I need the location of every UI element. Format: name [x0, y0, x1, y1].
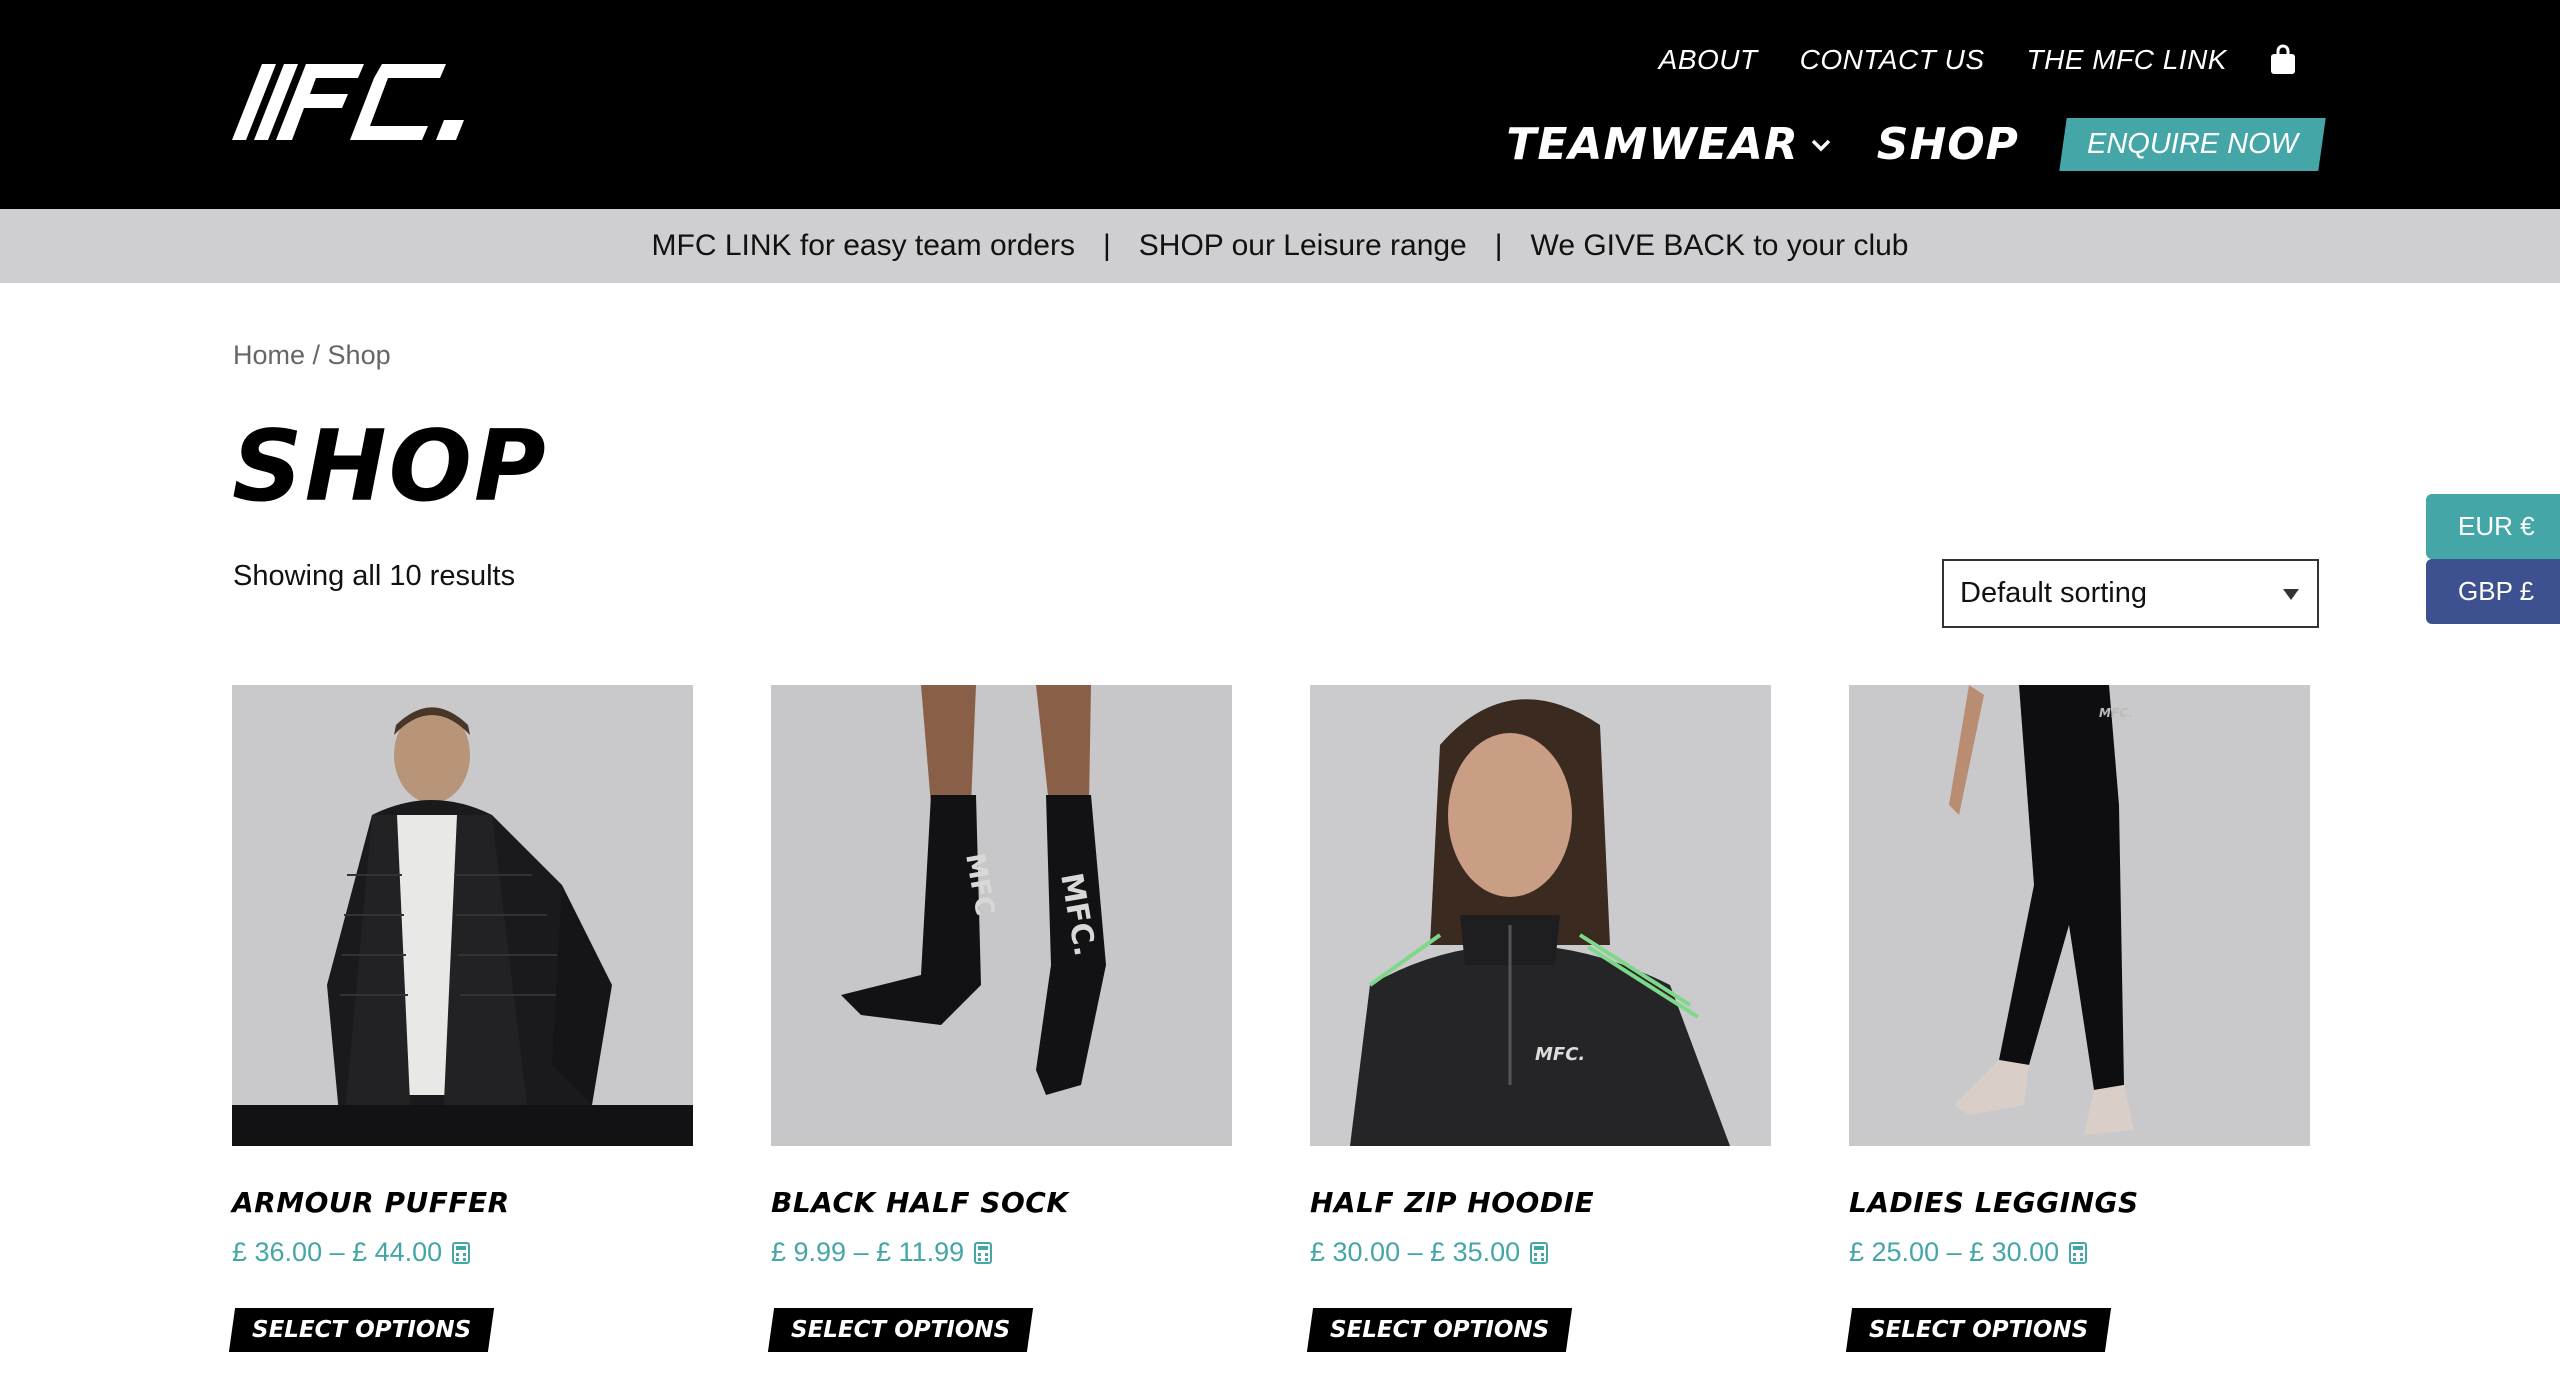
promo-give-back[interactable]: We GIVE BACK to your club [1531, 229, 1909, 263]
top-nav: ABOUT CONTACT US THE MFC LINK [1659, 44, 2297, 76]
currency-switcher: EUR € GBP £ [2426, 494, 2560, 624]
product-price: £ 30.00 – £ 35.00 [1310, 1237, 1771, 1268]
product-price: £ 36.00 – £ 44.00 [232, 1237, 693, 1268]
calculator-icon[interactable] [2069, 1241, 2088, 1264]
select-options-label: SELECT OPTIONS [252, 1317, 472, 1343]
chevron-down-icon [1811, 139, 1831, 151]
socks-image[interactable]: MFC MFC. [771, 685, 1232, 1146]
select-options-label: SELECT OPTIONS [1330, 1317, 1550, 1343]
select-options-button[interactable]: SELECT OPTIONS [767, 1308, 1034, 1352]
product-name[interactable]: BLACK HALF SOCK [771, 1186, 1232, 1219]
nav-teamwear[interactable]: TEAMWEAR [1506, 119, 1832, 170]
currency-gbp-button[interactable]: GBP £ [2426, 559, 2560, 624]
currency-eur-button[interactable]: EUR € [2426, 494, 2560, 559]
select-options-label: SELECT OPTIONS [1869, 1317, 2089, 1343]
product-card: MFC. LADIES LEGGINGS £ 25.00 – £ 30.00 S… [1845, 685, 2310, 1352]
product-price-text: £ 25.00 – £ 30.00 [1849, 1237, 2060, 1267]
product-card: ARMOUR PUFFER £ 36.00 – £ 44.00 SELECT O… [228, 685, 693, 1352]
breadcrumb-current: Shop [327, 340, 391, 370]
promo-separator: | [1102, 229, 1111, 262]
dropdown-arrow-icon [2283, 589, 2299, 600]
promo-separator: | [1494, 229, 1503, 262]
enquire-now-button[interactable]: ENQUIRE NOW [2059, 118, 2326, 171]
nav-contact-us[interactable]: CONTACT US [1800, 44, 1985, 76]
calculator-icon[interactable] [1530, 1241, 1549, 1264]
site-header: ABOUT CONTACT US THE MFC LINK TEAMWEAR S… [0, 0, 2560, 209]
select-options-button[interactable]: SELECT OPTIONS [1306, 1308, 1573, 1352]
select-options-button[interactable]: SELECT OPTIONS [1845, 1308, 2112, 1352]
product-price: £ 9.99 – £ 11.99 [771, 1237, 1232, 1268]
breadcrumb: Home / Shop [233, 340, 391, 371]
leggings-image[interactable]: MFC. [1849, 685, 2310, 1146]
breadcrumb-separator: / [305, 340, 328, 370]
product-card: MFC. HALF ZIP HOODIE £ 30.00 – £ 35.00 S… [1306, 685, 1771, 1352]
product-price: £ 25.00 – £ 30.00 [1849, 1237, 2310, 1268]
nav-teamwear-label: TEAMWEAR [1506, 119, 1799, 170]
main-nav: TEAMWEAR SHOP ENQUIRE NOW [1506, 118, 2326, 171]
product-name[interactable]: LADIES LEGGINGS [1849, 1186, 2310, 1219]
enquire-now-label: ENQUIRE NOW [2086, 128, 2298, 160]
product-price-text: £ 36.00 – £ 44.00 [232, 1237, 443, 1267]
nav-shop[interactable]: SHOP [1877, 119, 2019, 170]
select-options-button[interactable]: SELECT OPTIONS [228, 1308, 495, 1352]
calculator-icon[interactable] [974, 1241, 993, 1264]
svg-text:MFC.: MFC. [1535, 1044, 1585, 1065]
result-count: Showing all 10 results [233, 560, 516, 592]
product-price-text: £ 30.00 – £ 35.00 [1310, 1237, 1521, 1267]
puffer-jacket-image[interactable] [232, 685, 693, 1146]
product-name[interactable]: HALF ZIP HOODIE [1310, 1186, 1771, 1219]
page-title: SHOP [232, 410, 548, 524]
product-card: MFC MFC. BLACK HALF SOCK £ 9.99 – £ 11.9… [767, 685, 1232, 1352]
sort-select[interactable]: Default sorting [1942, 559, 2319, 628]
promo-mfc-link[interactable]: MFC LINK for easy team orders [652, 229, 1075, 263]
sort-select-value: Default sorting [1960, 577, 2147, 609]
shopping-bag-icon[interactable] [2269, 44, 2297, 76]
product-grid: ARMOUR PUFFER £ 36.00 – £ 44.00 SELECT O… [228, 685, 2310, 1352]
promo-bar: MFC LINK for easy team orders | SHOP our… [0, 209, 2560, 283]
breadcrumb-home[interactable]: Home [233, 340, 305, 370]
promo-leisure[interactable]: SHOP our Leisure range [1139, 229, 1467, 263]
mfc-logo[interactable] [232, 64, 502, 140]
product-name[interactable]: ARMOUR PUFFER [232, 1186, 693, 1219]
product-price-text: £ 9.99 – £ 11.99 [771, 1237, 965, 1267]
select-options-label: SELECT OPTIONS [791, 1317, 1011, 1343]
svg-text:MFC.: MFC. [2099, 706, 2133, 720]
nav-mfc-link[interactable]: THE MFC LINK [2027, 44, 2227, 76]
hoodie-image[interactable]: MFC. [1310, 685, 1771, 1146]
nav-about[interactable]: ABOUT [1659, 44, 1758, 76]
calculator-icon[interactable] [452, 1241, 471, 1264]
